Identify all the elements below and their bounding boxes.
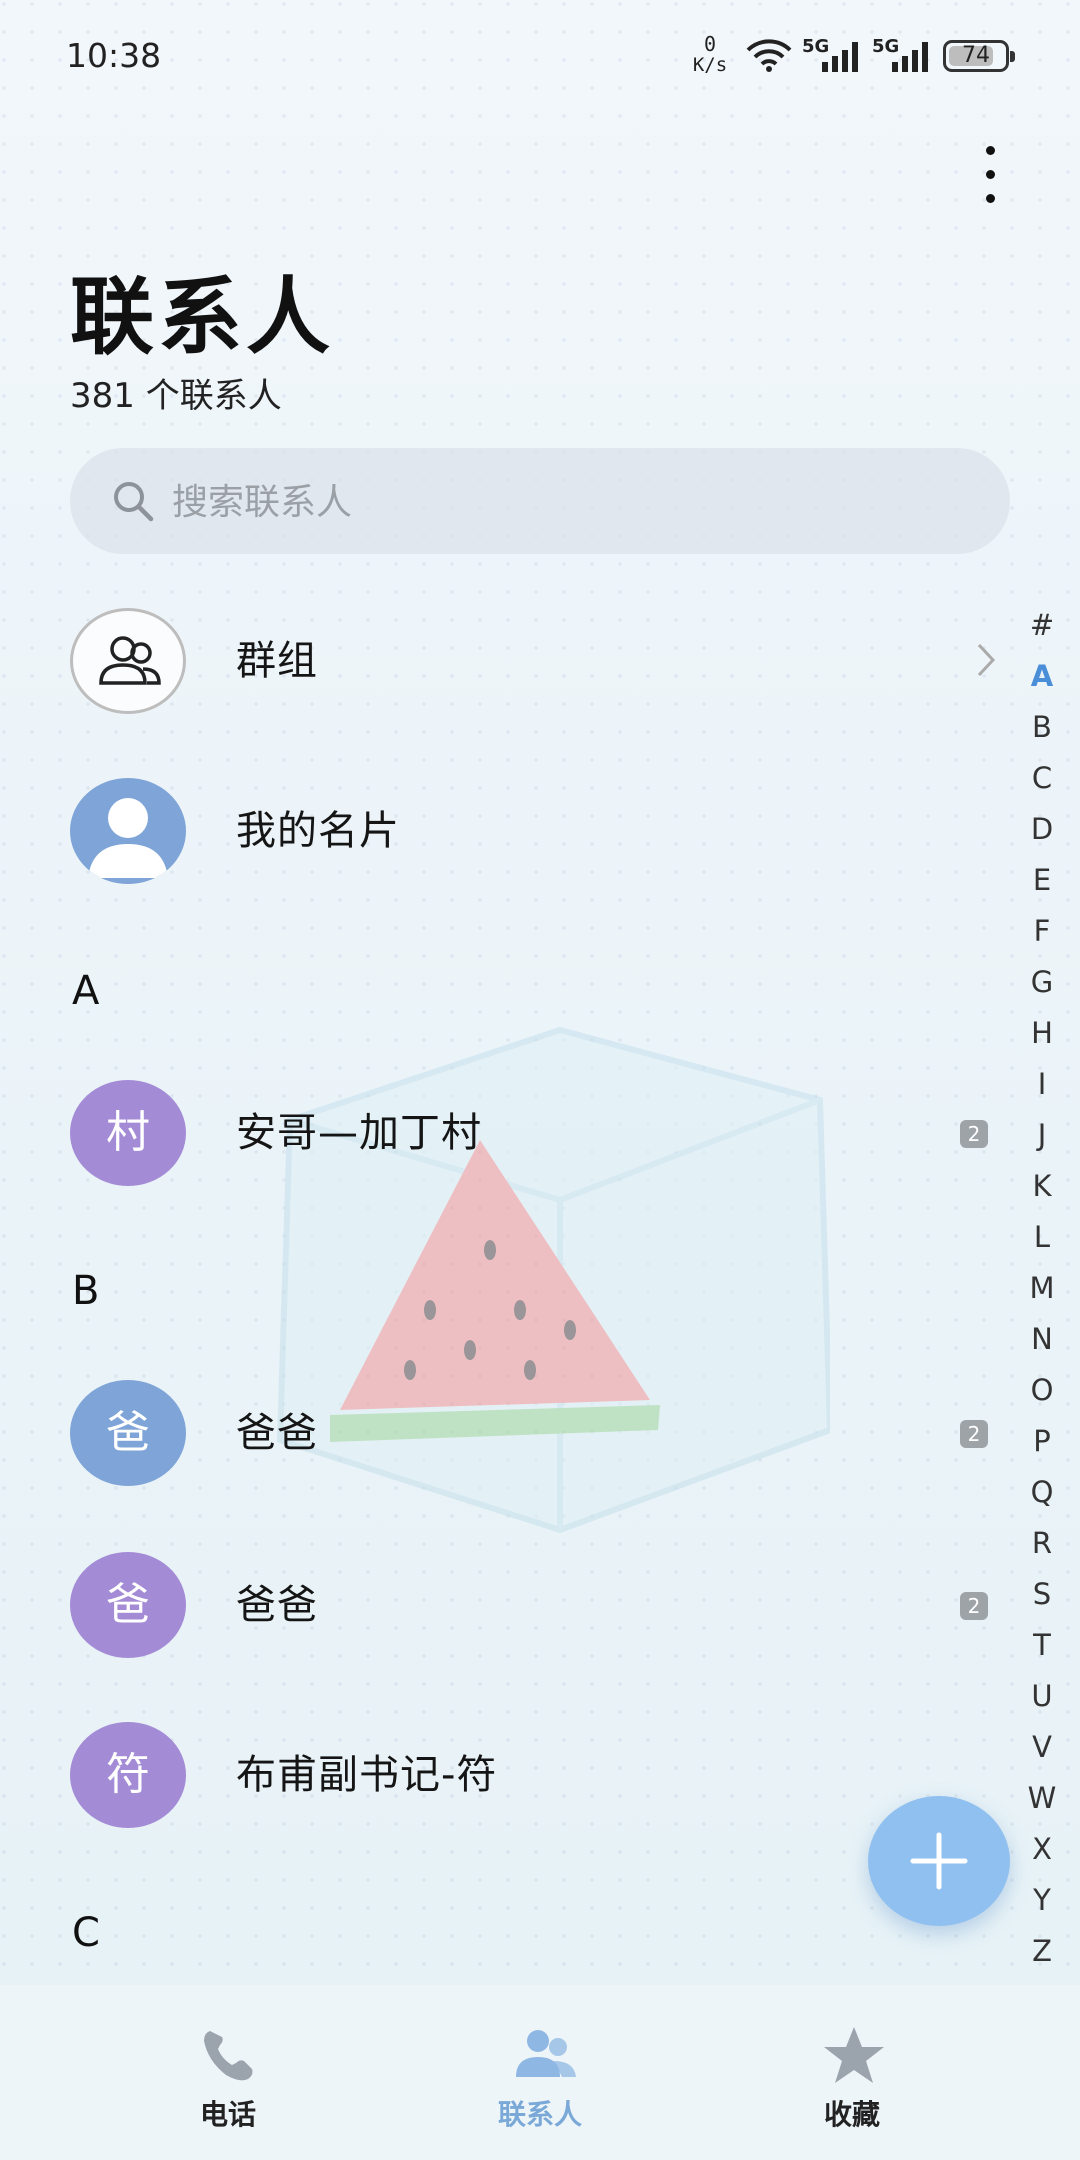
my-card-row[interactable]: 我的名片 [70, 778, 1010, 898]
groups-avatar [70, 608, 186, 714]
network-speed-value: 0 [703, 32, 717, 56]
alphabet-index-letter[interactable]: E [1022, 855, 1062, 906]
signal-icon [822, 42, 858, 72]
number-count-badge: 2 [960, 1420, 988, 1448]
alphabet-index-letter[interactable]: A [1022, 651, 1062, 702]
contact-name: 安哥—加丁村 [236, 1110, 482, 1156]
alphabet-index-letter[interactable]: W [1022, 1773, 1062, 1824]
contact-avatar: 村 [70, 1080, 186, 1186]
alphabet-index-letter[interactable]: G [1022, 957, 1062, 1008]
status-bar: 10:38 0 K/s 5G 5G 74 [0, 0, 1080, 110]
signal-icon-2 [892, 42, 928, 72]
contact-name: 布甫副书记-符 [236, 1752, 498, 1798]
star-icon [824, 2027, 884, 2083]
alphabet-index-letter[interactable]: T [1022, 1620, 1062, 1671]
contact-row[interactable]: 村 安哥—加丁村 2 [70, 1080, 1010, 1200]
contact-row[interactable]: 爸 爸爸 2 [70, 1380, 1010, 1500]
alphabet-index-letter[interactable]: B [1022, 702, 1062, 753]
chevron-right-icon [977, 643, 996, 677]
groups-row[interactable]: 群组 [70, 608, 1010, 728]
alphabet-index[interactable]: # A B C D E F G H I J K L M N O P Q R S T U V W X Y Z [1022, 600, 1062, 1977]
my-card-label: 我的名片 [236, 808, 400, 854]
alphabet-index-letter[interactable]: C [1022, 753, 1062, 804]
number-count-badge: 2 [960, 1592, 988, 1620]
network-speed: 0 K/s [684, 34, 736, 76]
tab-contacts[interactable]: 联系人 [440, 1985, 640, 2160]
tab-favorites-label: 收藏 [823, 2098, 880, 2131]
search-input[interactable] [170, 448, 954, 556]
more-options-button[interactable] [960, 140, 1020, 210]
alphabet-index-letter[interactable]: F [1022, 906, 1062, 957]
section-header-c: C [72, 1910, 100, 1956]
alphabet-index-letter[interactable]: # [1022, 600, 1062, 651]
contact-name: 爸爸 [236, 1410, 318, 1456]
alphabet-index-letter[interactable]: H [1022, 1008, 1062, 1059]
tab-phone-label: 电话 [199, 2098, 256, 2131]
alphabet-index-letter[interactable]: Z [1022, 1926, 1062, 1977]
add-contact-button[interactable] [868, 1796, 1010, 1926]
groups-label: 群组 [236, 638, 318, 684]
tab-phone[interactable]: 电话 [128, 1985, 328, 2160]
contact-avatar: 爸 [70, 1380, 186, 1486]
alphabet-index-letter[interactable]: Q [1022, 1467, 1062, 1518]
alphabet-index-letter[interactable]: V [1022, 1722, 1062, 1773]
network-speed-unit: K/s [692, 54, 728, 76]
contact-avatar: 符 [70, 1722, 186, 1828]
battery-icon: 74 [943, 40, 1015, 72]
search-bar[interactable] [70, 448, 1010, 556]
contact-avatar: 爸 [70, 1552, 186, 1658]
alphabet-index-letter[interactable]: Y [1022, 1875, 1062, 1926]
status-time: 10:38 [66, 36, 162, 75]
alphabet-index-letter[interactable]: D [1022, 804, 1062, 855]
plus-icon [910, 1832, 968, 1890]
phone-icon [204, 2031, 253, 2081]
alphabet-index-letter[interactable]: X [1022, 1824, 1062, 1875]
contact-count: 381 个联系人 [70, 376, 282, 416]
search-icon [114, 482, 154, 522]
tab-favorites[interactable]: 收藏 [752, 1985, 952, 2160]
battery-percent: 74 [962, 43, 990, 68]
alphabet-index-letter[interactable]: S [1022, 1569, 1062, 1620]
contact-row[interactable]: 符 布甫副书记-符 [70, 1722, 1010, 1842]
tab-contacts-label: 联系人 [497, 2098, 582, 2131]
alphabet-index-letter[interactable]: K [1022, 1161, 1062, 1212]
alphabet-index-letter[interactable]: N [1022, 1314, 1062, 1365]
alphabet-index-letter[interactable]: J [1022, 1110, 1062, 1161]
number-count-badge: 2 [960, 1120, 988, 1148]
page-title: 联系人 [70, 268, 335, 366]
wifi-icon [746, 39, 792, 72]
bottom-navigation: 电话 联系人 收藏 [0, 1985, 1080, 2160]
person-icon [88, 798, 168, 878]
contacts-icon [516, 2030, 576, 2077]
my-card-avatar [70, 778, 186, 884]
alphabet-index-letter[interactable]: M [1022, 1263, 1062, 1314]
alphabet-index-letter[interactable]: R [1022, 1518, 1062, 1569]
contact-row[interactable]: 爸 爸爸 2 [70, 1552, 1010, 1672]
alphabet-index-letter[interactable]: I [1022, 1059, 1062, 1110]
contact-name: 爸爸 [236, 1582, 318, 1628]
alphabet-index-letter[interactable]: L [1022, 1212, 1062, 1263]
alphabet-index-letter[interactable]: P [1022, 1416, 1062, 1467]
section-header-a: A [72, 968, 100, 1014]
alphabet-index-letter[interactable]: O [1022, 1365, 1062, 1416]
alphabet-index-letter[interactable]: U [1022, 1671, 1062, 1722]
section-header-b: B [72, 1268, 100, 1314]
group-icon [99, 636, 161, 685]
